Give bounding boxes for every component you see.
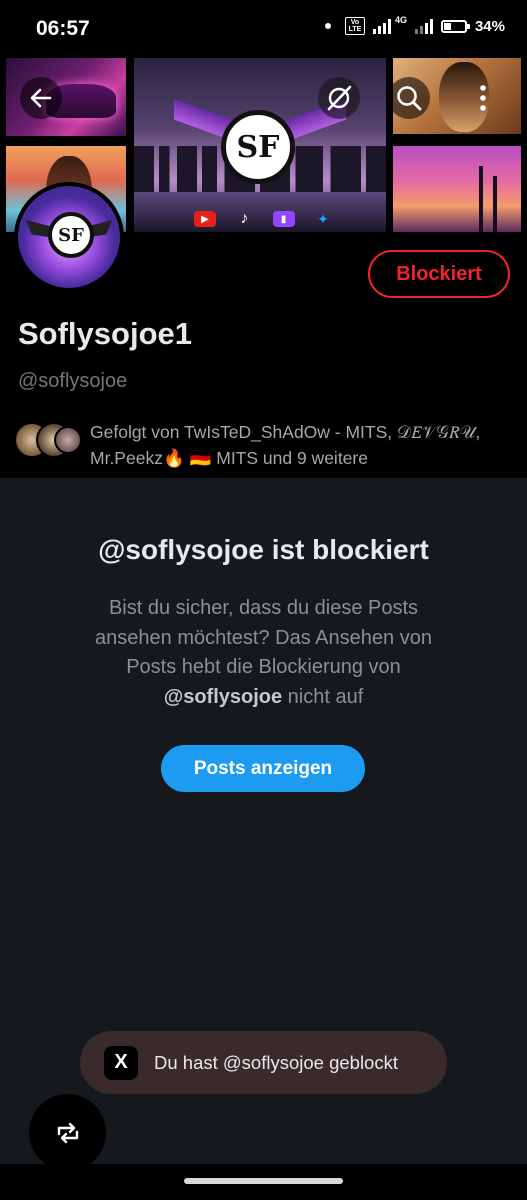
volte-icon: Vo LTE — [344, 17, 365, 35]
display-name: Soflysojoe1 — [18, 316, 192, 351]
blocked-title: @soflysojoe ist blockiert — [98, 534, 429, 565]
twitter-bird-icon: ✦ — [317, 210, 329, 227]
profile-avatar[interactable]: SF — [14, 182, 124, 292]
search-icon — [397, 86, 422, 111]
status-time: 06:57 — [36, 17, 90, 40]
social-icons: ▶ ♪ ▮ ✦ — [194, 208, 334, 230]
blocked-toast: X Du hast @soflysojoe geblockt — [80, 1031, 447, 1094]
signal-icon-2 — [414, 18, 433, 34]
user-handle: @soflysojoe — [18, 370, 128, 392]
home-indicator[interactable] — [184, 1178, 343, 1184]
blocked-handle: @soflysojoe — [163, 685, 283, 708]
repost-icon — [57, 1122, 78, 1143]
more-options-button[interactable] — [462, 77, 504, 119]
notification-dot-icon — [324, 23, 331, 29]
signal-icon-1 — [372, 18, 391, 34]
follower-avatar — [54, 426, 82, 454]
grok-icon — [327, 85, 352, 111]
show-posts-button[interactable]: Posts anzeigen — [161, 745, 365, 792]
back-arrow-icon — [30, 88, 52, 108]
battery-icon — [440, 19, 470, 33]
twitch-icon: ▮ — [272, 211, 295, 227]
repost-fab-button[interactable] — [29, 1094, 106, 1171]
blocked-button[interactable]: Blockiert — [368, 250, 510, 298]
system-nav-bar — [0, 1164, 527, 1200]
banner-tile-sunset — [393, 146, 521, 232]
battery-percent: 34% — [474, 17, 505, 35]
grok-button[interactable] — [318, 77, 360, 119]
more-vertical-icon — [480, 85, 486, 111]
search-button[interactable] — [388, 77, 430, 119]
tiktok-icon: ♪ — [240, 210, 249, 227]
x-logo-icon: X — [104, 1045, 138, 1080]
followed-by-text[interactable]: Gefolgt von TwIsTeD_ShAdOw - MITS, 𝒟𝐸𝒱𝒢𝑅… — [90, 419, 510, 471]
sf-logo: SF — [221, 110, 295, 184]
back-button[interactable] — [20, 77, 62, 119]
status-icons: Vo LTE 4G 34% — [324, 15, 505, 35]
youtube-icon: ▶ — [194, 211, 216, 227]
status-bar: 06:57 Vo LTE 4G 34% — [0, 0, 527, 56]
avatar-logo: SF — [48, 212, 94, 258]
followers-avatars[interactable] — [14, 422, 84, 458]
blocked-description: Bist du sicher, dass du diese Posts anse… — [95, 597, 432, 708]
network-type: 4G — [394, 15, 407, 25]
toast-message: Du hast @soflysojoe geblockt — [154, 1051, 398, 1073]
